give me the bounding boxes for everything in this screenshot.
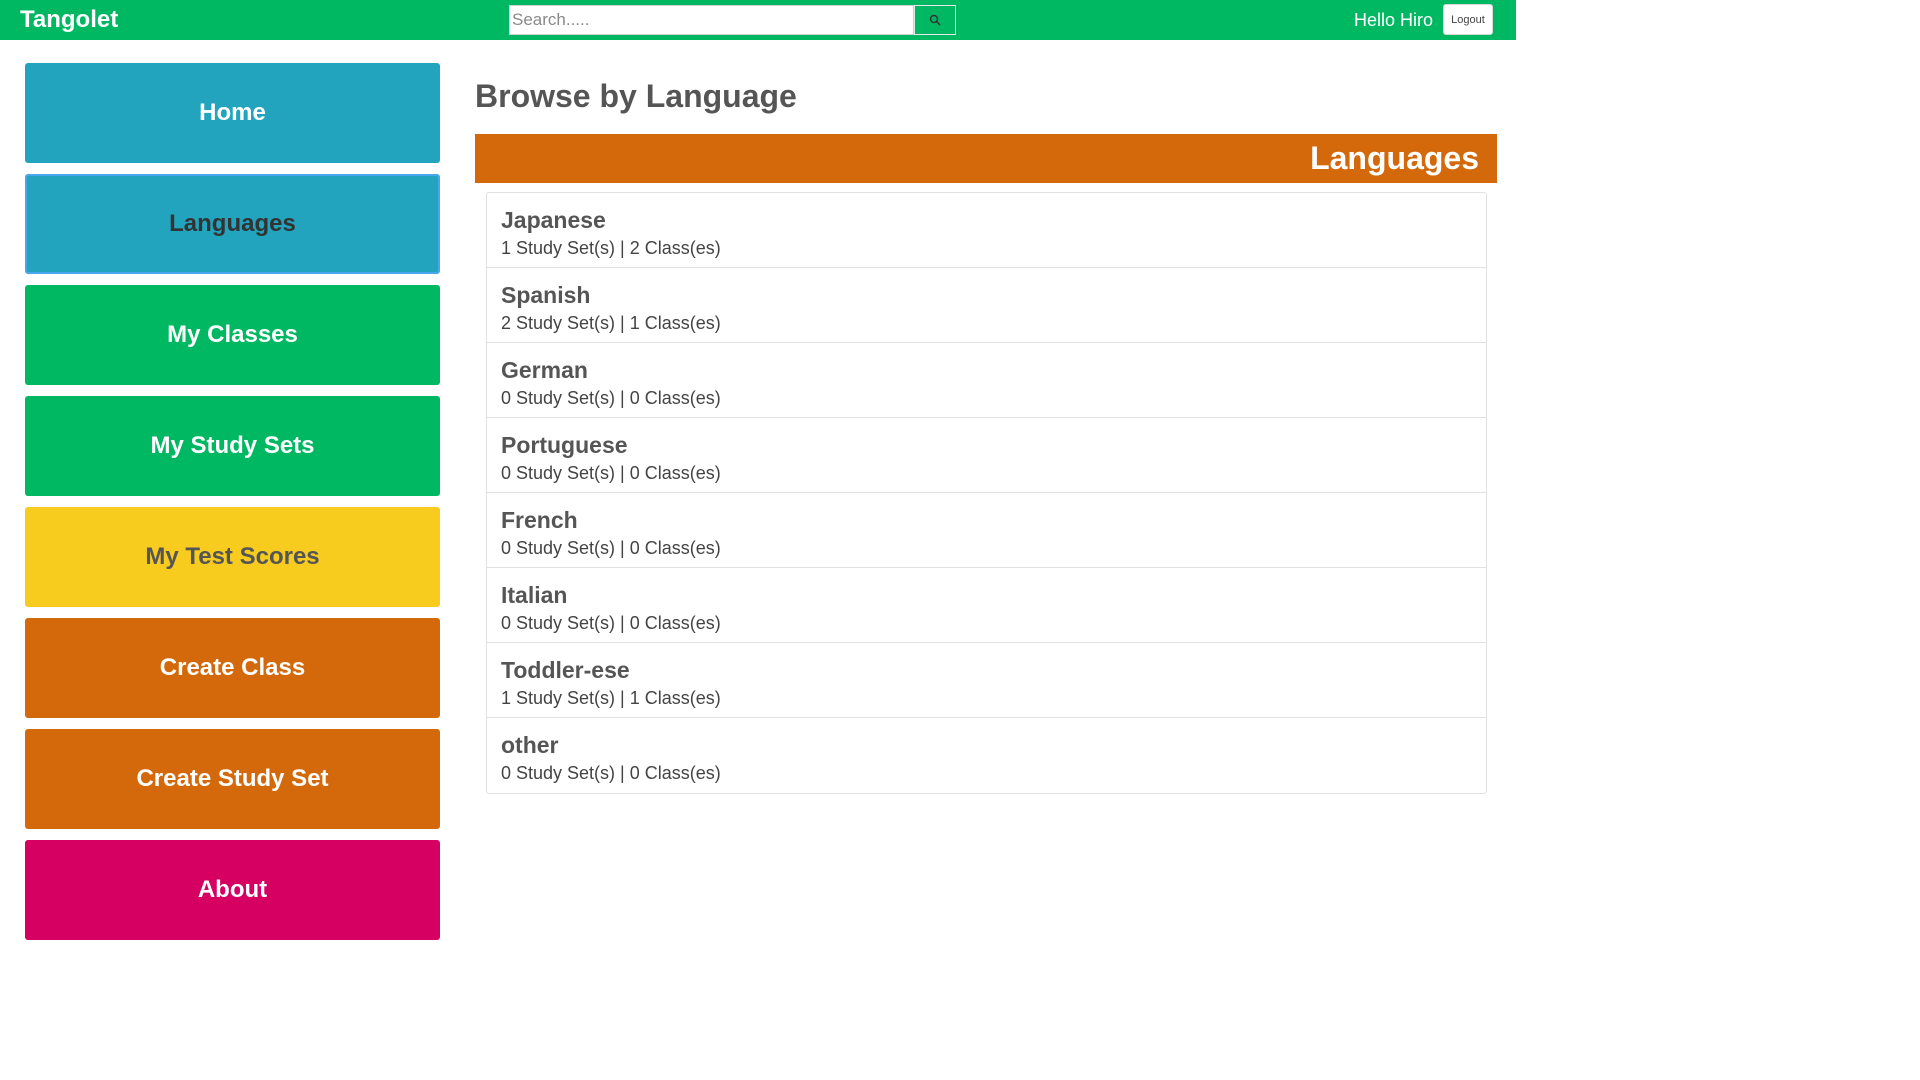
- sidebar-item-create-study-set[interactable]: Create Study Set: [25, 729, 440, 829]
- sidebar-item-my-classes[interactable]: My Classes: [25, 285, 440, 385]
- language-item-other[interactable]: other 0 Study Set(s) | 0 Class(es): [487, 718, 1486, 793]
- language-item-japanese[interactable]: Japanese 1 Study Set(s) | 2 Class(es): [487, 193, 1486, 268]
- sidebar-nav: Home Languages My Classes My Study Sets …: [25, 63, 440, 951]
- sidebar-item-about[interactable]: About: [25, 840, 440, 940]
- language-name: Japanese: [501, 207, 606, 233]
- language-stats: 0 Study Set(s) | 0 Class(es): [501, 613, 721, 633]
- user-greeting: Hello Hiro: [1354, 10, 1434, 30]
- language-stats: 0 Study Set(s) | 0 Class(es): [501, 463, 721, 483]
- logout-button[interactable]: Logout: [1443, 4, 1493, 35]
- language-stats: 0 Study Set(s) | 0 Class(es): [501, 388, 721, 408]
- language-item-italian[interactable]: Italian 0 Study Set(s) | 0 Class(es): [487, 568, 1486, 643]
- language-stats: 1 Study Set(s) | 2 Class(es): [501, 238, 721, 258]
- language-name: Spanish: [501, 282, 591, 308]
- search-icon: [929, 14, 941, 26]
- top-navbar: Tangolet Hello Hiro Logout: [0, 0, 1516, 40]
- language-stats: 0 Study Set(s) | 0 Class(es): [501, 763, 721, 783]
- search-button[interactable]: [914, 5, 956, 35]
- brand-logo[interactable]: Tangolet: [20, 4, 118, 36]
- language-item-german[interactable]: German 0 Study Set(s) | 0 Class(es): [487, 343, 1486, 418]
- language-stats: 1 Study Set(s) | 1 Class(es): [501, 688, 721, 708]
- language-name: Italian: [501, 582, 568, 608]
- language-item-toddler-ese[interactable]: Toddler-ese 1 Study Set(s) | 1 Class(es): [487, 643, 1486, 718]
- language-name: German: [501, 357, 588, 383]
- language-item-portuguese[interactable]: Portuguese 0 Study Set(s) | 0 Class(es): [487, 418, 1486, 493]
- language-name: Portuguese: [501, 432, 628, 458]
- sidebar-item-home[interactable]: Home: [25, 63, 440, 163]
- language-name: French: [501, 507, 578, 533]
- language-item-french[interactable]: French 0 Study Set(s) | 0 Class(es): [487, 493, 1486, 568]
- language-name: Toddler-ese: [501, 657, 630, 683]
- language-item-spanish[interactable]: Spanish 2 Study Set(s) | 1 Class(es): [487, 268, 1486, 343]
- sidebar-item-create-class[interactable]: Create Class: [25, 618, 440, 718]
- languages-section-header: Languages: [475, 134, 1497, 183]
- language-list: Japanese 1 Study Set(s) | 2 Class(es) Sp…: [486, 192, 1487, 794]
- language-stats: 0 Study Set(s) | 0 Class(es): [501, 538, 721, 558]
- main-content: Browse by Language Languages Japanese 1 …: [475, 70, 1497, 794]
- language-name: other: [501, 732, 559, 758]
- sidebar-item-languages[interactable]: Languages: [25, 174, 440, 274]
- language-stats: 2 Study Set(s) | 1 Class(es): [501, 313, 721, 333]
- search-input[interactable]: [509, 5, 914, 35]
- page-title: Browse by Language: [475, 78, 797, 114]
- sidebar-item-my-study-sets[interactable]: My Study Sets: [25, 396, 440, 496]
- sidebar-item-my-test-scores[interactable]: My Test Scores: [25, 507, 440, 607]
